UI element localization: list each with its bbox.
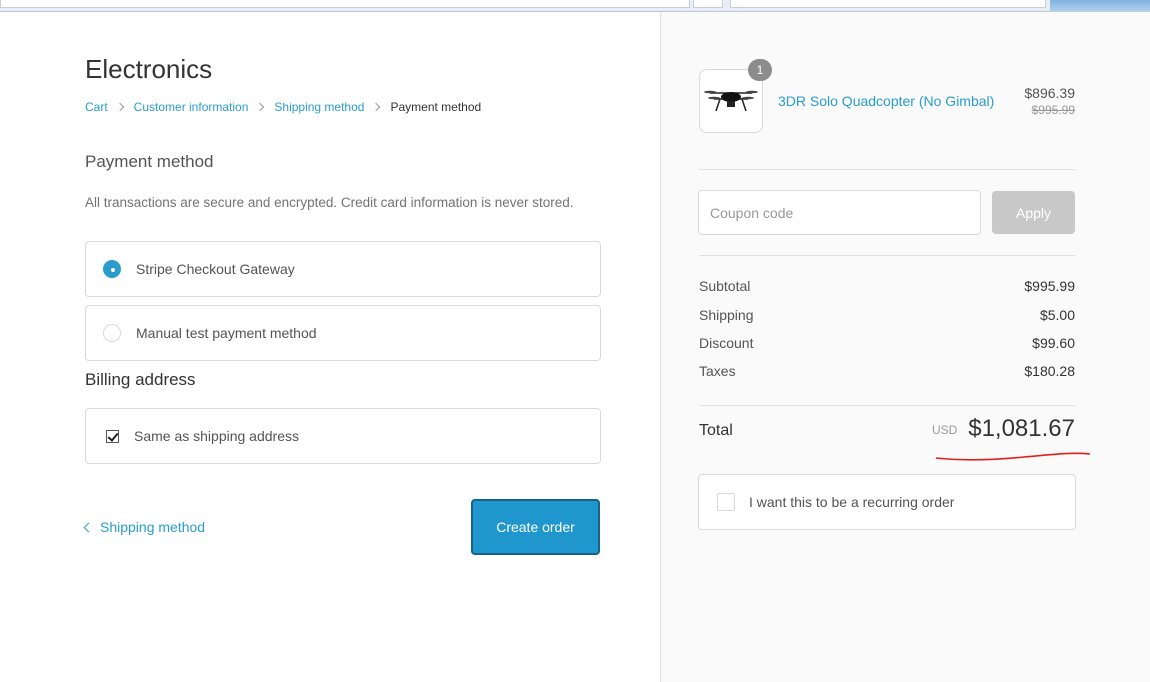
divider — [699, 169, 1075, 170]
same-as-shipping-label: Same as shipping address — [134, 428, 299, 444]
recurring-order-label: I want this to be a recurring order — [749, 494, 955, 510]
radio-unselected[interactable] — [103, 324, 121, 342]
recurring-order-checkbox[interactable] — [717, 493, 735, 511]
create-order-button[interactable]: Create order — [471, 499, 600, 555]
payment-option-label: Manual test payment method — [136, 325, 317, 341]
apply-coupon-button[interactable]: Apply — [992, 191, 1075, 234]
billing-address-title: Billing address — [85, 370, 196, 389]
coupon-code-input[interactable] — [698, 190, 981, 235]
chevron-right-icon — [372, 102, 381, 112]
same-as-shipping-checkbox[interactable] — [106, 429, 119, 443]
breadcrumb-customer-information[interactable]: Customer information — [134, 100, 249, 114]
product-price: $896.39 — [1024, 85, 1075, 101]
radio-selected[interactable] — [103, 260, 121, 278]
summary-value: $995.99 — [1024, 278, 1075, 294]
summary-label: Discount — [699, 335, 754, 351]
total-currency: USD — [932, 423, 958, 437]
store-title: Electronics — [85, 54, 213, 84]
summary-row-discount: Discount $99.60 — [699, 335, 1075, 351]
address-bar[interactable] — [0, 0, 690, 8]
chevron-right-icon — [115, 102, 124, 112]
browser-toolbar-strip — [0, 0, 1150, 12]
total-amount: $1,081.67 — [968, 415, 1075, 442]
quantity-badge: 1 — [748, 59, 772, 81]
chevron-right-icon — [256, 102, 265, 112]
payment-option-stripe[interactable]: Stripe Checkout Gateway — [85, 241, 601, 297]
breadcrumb-cart[interactable]: Cart — [85, 100, 108, 114]
payment-option-manual[interactable]: Manual test payment method — [85, 305, 601, 361]
divider — [699, 405, 1075, 406]
summary-row-shipping: Shipping $5.00 — [699, 307, 1075, 323]
payment-security-note: All transactions are secure and encrypte… — [85, 195, 574, 210]
payment-option-label: Stripe Checkout Gateway — [136, 261, 295, 277]
recurring-order-option[interactable]: I want this to be a recurring order — [698, 474, 1076, 530]
toolbar-button[interactable] — [693, 0, 723, 8]
breadcrumb-shipping-method[interactable]: Shipping method — [274, 100, 364, 114]
summary-label: Subtotal — [699, 278, 751, 294]
chevron-left-icon — [83, 522, 94, 532]
summary-row-subtotal: Subtotal $995.99 — [699, 278, 1075, 294]
total-label: Total — [699, 422, 733, 439]
payment-method-title: Payment method — [85, 152, 214, 171]
summary-value: $99.60 — [1032, 335, 1075, 351]
divider — [699, 255, 1075, 256]
red-annotation-underline — [935, 452, 1091, 461]
breadcrumb-payment-method: Payment method — [390, 100, 482, 114]
same-as-shipping-option[interactable]: Same as shipping address — [85, 408, 601, 464]
summary-row-taxes: Taxes $180.28 — [699, 363, 1075, 379]
product-compare-price: $995.99 — [1031, 103, 1075, 117]
summary-label: Shipping — [699, 307, 754, 323]
back-link-label: Shipping method — [100, 519, 206, 535]
summary-label: Taxes — [699, 363, 736, 379]
breadcrumb: Cart Customer information Shipping metho… — [85, 100, 481, 114]
product-name-link[interactable]: 3DR Solo Quadcopter (No Gimbal) — [778, 93, 994, 109]
summary-value: $5.00 — [1039, 307, 1075, 323]
summary-value: $180.28 — [1024, 363, 1075, 379]
search-bar[interactable] — [730, 0, 1046, 8]
back-to-shipping-link[interactable]: Shipping method — [83, 519, 206, 535]
desktop-background — [1050, 0, 1150, 12]
